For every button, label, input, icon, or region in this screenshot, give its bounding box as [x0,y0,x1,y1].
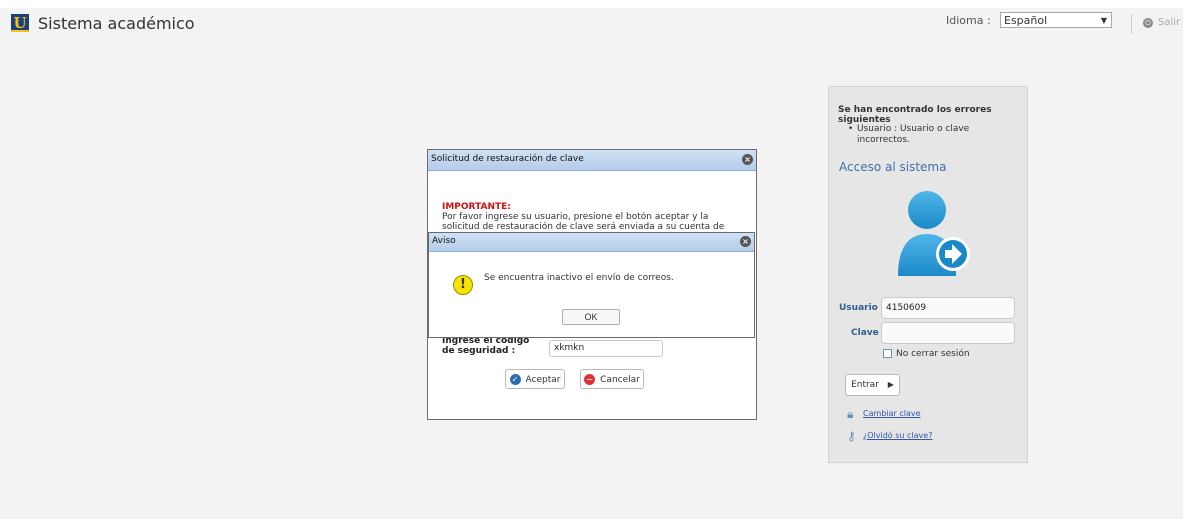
security-code-label: Ingrese el código de seguridad : [442,336,530,356]
login-panel: Se han encontrado los errores siguientes… [828,86,1028,463]
enter-button-label: Entrar [851,380,879,390]
change-password-link[interactable]: Cambiar clave [863,409,921,418]
alert-dialog: Aviso × ! Se encuentra inactivo el envío… [428,232,755,338]
app-title: Sistema académico [38,14,195,33]
accept-button[interactable]: ✓ Aceptar [505,369,565,389]
important-label: IMPORTANTE: [442,202,511,212]
dialog-header: Solicitud de restauración de clave × [428,150,756,171]
app-logo: U [11,14,29,32]
language-label: Idioma : [946,14,991,27]
user-label: Usuario : [839,303,885,313]
alert-header: Aviso × [429,233,754,252]
enter-button[interactable]: Entrar ▶ [845,374,900,396]
warning-icon: ! [453,275,473,295]
errors-title: Se han encontrado los errores siguientes [838,105,992,125]
password-input[interactable] [881,322,1015,344]
access-title: Acceso al sistema [839,160,947,174]
alert-title: Aviso [432,236,456,246]
play-icon: ▶ [887,380,894,389]
dialog-title: Solicitud de restauración de clave [431,154,584,164]
minus-icon: − [584,373,596,385]
alert-message: Se encuentra inactivo el envío de correo… [484,273,674,283]
chevron-down-icon: ▼ [1100,16,1107,25]
keep-session-label: No cerrar sesión [896,349,970,359]
key-icon: ⚷ [847,429,856,443]
lock-icon: 🔒︎ [847,407,854,421]
close-icon[interactable]: × [742,154,753,165]
user-login-icon [898,191,970,276]
cancel-button-label: Cancelar [600,374,640,385]
bullet-icon: • [848,124,854,134]
close-icon[interactable]: × [740,236,751,247]
power-icon[interactable]: ⏻ [1143,18,1153,28]
ok-button[interactable]: OK [562,309,620,325]
keep-session-checkbox[interactable] [883,349,892,358]
exit-link[interactable]: Salir [1158,17,1180,28]
user-input[interactable]: 4150609 [881,297,1015,319]
language-select[interactable]: Español ▼ [1000,12,1112,28]
important-text: Por favor ingrese su usuario, presione e… [442,212,725,232]
error-item: Usuario : Usuario o clave incorrectos. [857,124,970,145]
cancel-button[interactable]: − Cancelar [580,369,644,389]
security-code-input[interactable]: xkmkn [549,340,663,357]
divider [1131,14,1132,34]
top-bar: U Sistema académico Idioma : Español ▼ ⏻… [0,8,1183,40]
accept-button-label: Aceptar [525,374,561,385]
check-icon: ✓ [509,373,521,385]
forgot-password-link[interactable]: ¿Olvidó su clave? [863,431,932,440]
language-value: Español [1004,14,1048,27]
